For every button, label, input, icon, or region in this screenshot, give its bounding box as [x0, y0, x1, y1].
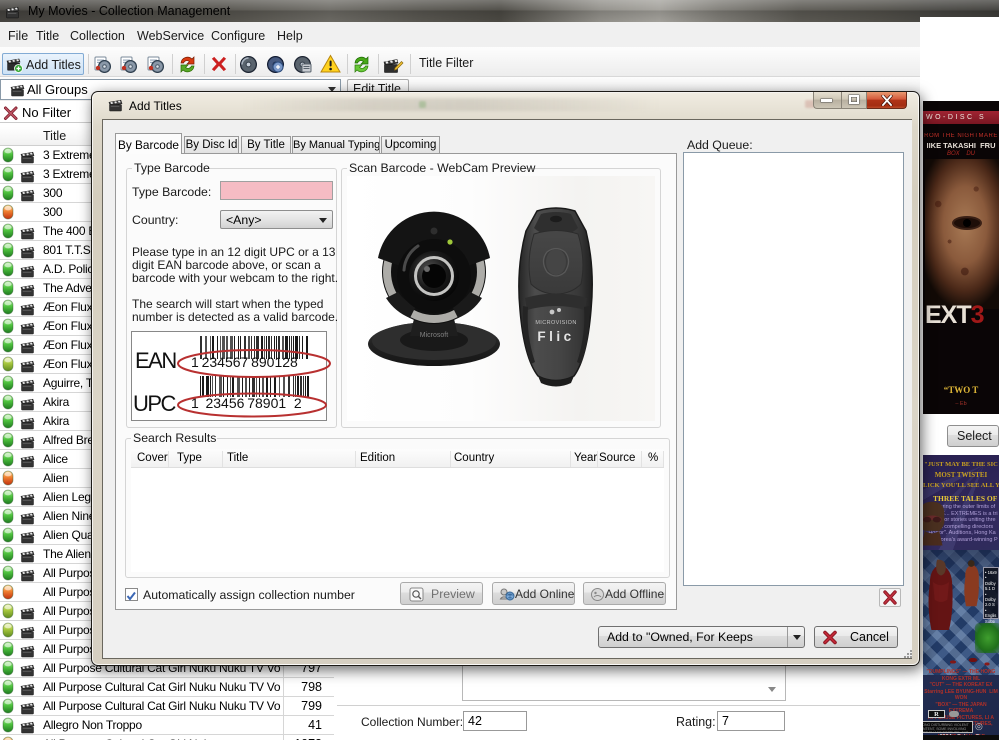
svg-text:MICROVISION: MICROVISION — [535, 320, 576, 326]
svg-text:Flic: Flic — [537, 329, 574, 344]
svg-text:Microsoft: Microsoft — [420, 332, 448, 339]
